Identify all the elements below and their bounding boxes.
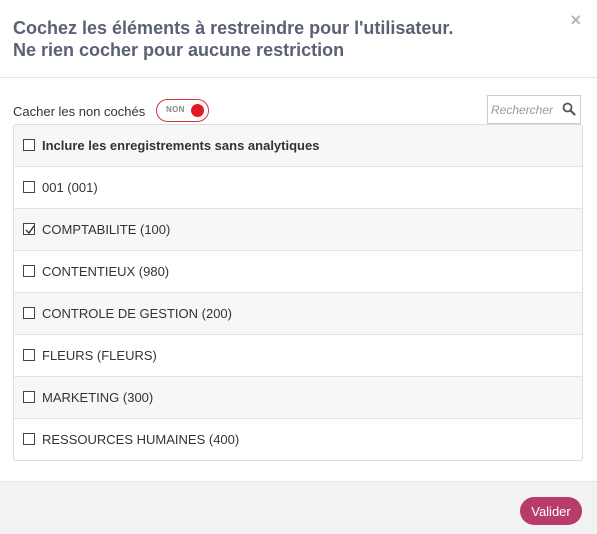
dialog-header: Cochez les éléments à restreindre pour l… [0,0,597,78]
list-item-label: CONTENTIEUX (980) [42,264,170,279]
checkbox[interactable] [23,433,35,445]
hide-unchecked-toggle[interactable]: NON [156,99,209,122]
list-item[interactable]: CONTENTIEUX (980) [14,251,582,293]
list-item[interactable]: RESSOURCES HUMAINES (400) [14,419,582,460]
list-item-label: FLEURS (FLEURS) [42,348,157,363]
checkbox[interactable] [23,307,35,319]
restriction-dialog: Cochez les éléments à restreindre pour l… [0,0,597,534]
list-item-label: Inclure les enregistrements sans analyti… [42,138,320,153]
toggle-knob [191,104,204,117]
checkbox-checked[interactable] [23,223,35,235]
checkbox[interactable] [23,391,35,403]
search-input[interactable] [488,96,564,123]
validate-button[interactable]: Valider [520,497,582,525]
list-item-label: RESSOURCES HUMAINES (400) [42,432,240,447]
hide-unchecked-label: Cacher les non cochés [13,104,146,119]
toggle-state-text: NON [166,105,185,114]
list-item[interactable]: Inclure les enregistrements sans analyti… [14,125,582,167]
checkbox[interactable] [23,349,35,361]
list-item[interactable]: MARKETING (300) [14,377,582,419]
dialog-title: Cochez les éléments à restreindre pour l… [13,17,553,61]
search-box [487,95,581,124]
list-item-label: COMPTABILITE (100) [42,222,171,237]
list-item-label: CONTROLE DE GESTION (200) [42,306,232,321]
checkbox[interactable] [23,265,35,277]
list-item[interactable]: CONTROLE DE GESTION (200) [14,293,582,335]
restriction-list: Inclure les enregistrements sans analyti… [13,124,583,461]
dialog-footer: Valider [0,481,597,534]
close-icon[interactable]: × [570,11,581,29]
search-icon[interactable] [562,102,576,116]
list-item-label: MARKETING (300) [42,390,154,405]
checkbox[interactable] [23,139,35,151]
list-item-label: 001 (001) [42,180,98,195]
list-item[interactable]: COMPTABILITE (100) [14,209,582,251]
checkbox[interactable] [23,181,35,193]
dialog-title-line-2: Ne rien cocher pour aucune restriction [13,40,345,60]
list-item[interactable]: 001 (001) [14,167,582,209]
list-item[interactable]: FLEURS (FLEURS) [14,335,582,377]
dialog-title-line-1: Cochez les éléments à restreindre pour l… [13,18,454,38]
